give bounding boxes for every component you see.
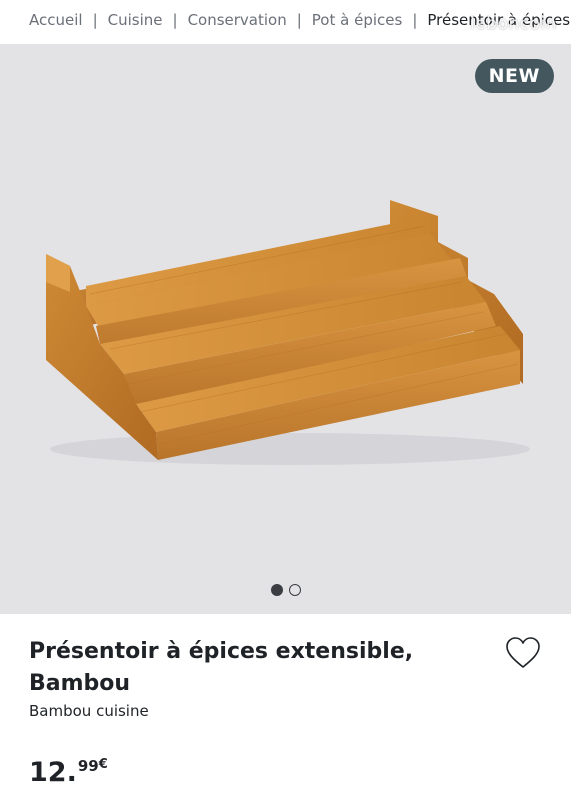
breadcrumb-separator: | bbox=[92, 11, 98, 29]
breadcrumb-item-pot-a-epices[interactable]: Pot à épices bbox=[312, 11, 403, 29]
product-image[interactable] bbox=[0, 44, 571, 614]
new-badge: NEW bbox=[474, 59, 554, 93]
breadcrumb-separator: | bbox=[296, 11, 302, 29]
product-brand: Bambou cuisine bbox=[29, 702, 149, 720]
product-title-line2: Bambou bbox=[29, 671, 131, 696]
carousel-dots bbox=[0, 584, 571, 596]
breadcrumb-item-cuisine[interactable]: Cuisine bbox=[108, 11, 163, 29]
heart-icon[interactable] bbox=[505, 636, 541, 670]
product-price: 12. 99 € bbox=[29, 757, 108, 789]
product-title: Présentoir à épices extensible, Bambou bbox=[29, 636, 459, 700]
price-decimals: 99 bbox=[77, 757, 99, 775]
price-integer: 12. bbox=[29, 757, 77, 788]
breadcrumb-item-accueil[interactable]: Accueil bbox=[29, 11, 83, 29]
breadcrumb-separator: | bbox=[172, 11, 178, 29]
carousel-dot[interactable] bbox=[288, 584, 301, 596]
price-currency: € bbox=[98, 757, 108, 772]
breadcrumb-separator: | bbox=[412, 11, 418, 29]
watermark-logo: leboncoin bbox=[470, 14, 557, 34]
breadcrumb-item-conservation[interactable]: Conservation bbox=[188, 11, 287, 29]
carousel-dot-active[interactable] bbox=[270, 584, 283, 596]
product-title-line1: Présentoir à épices extensible, bbox=[29, 639, 414, 664]
image-gallery[interactable]: NEW bbox=[0, 44, 571, 614]
